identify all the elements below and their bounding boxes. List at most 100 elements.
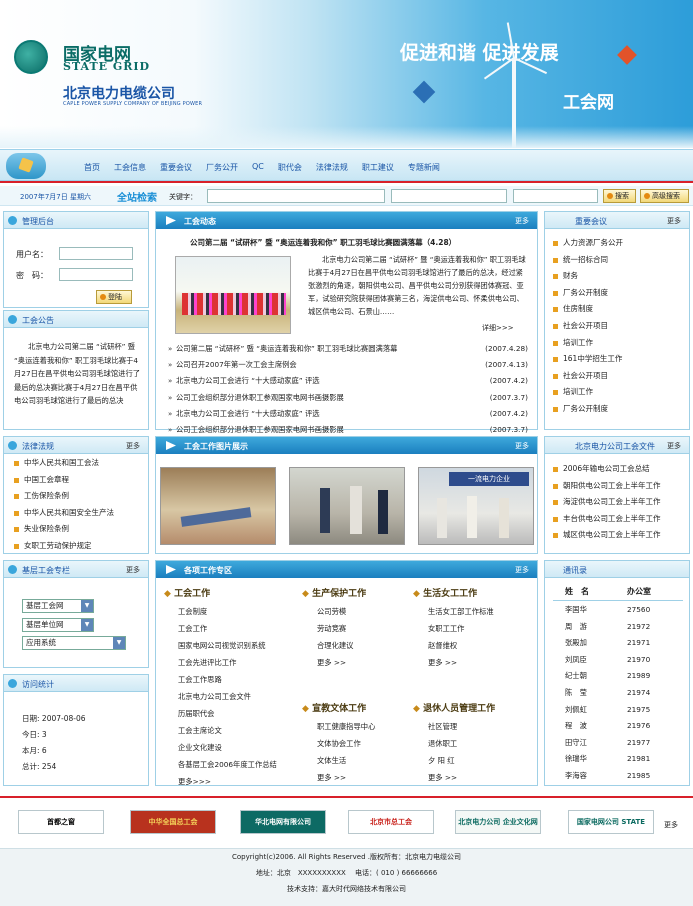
list-item[interactable]: 城区供电公司工会上半年工作	[553, 527, 661, 544]
list-item[interactable]: 工伤保险条例	[14, 488, 114, 505]
nav-item-union-info[interactable]: 工会信息	[114, 162, 146, 173]
search-field-2[interactable]	[391, 189, 507, 203]
list-item[interactable]: 工会工作	[178, 620, 277, 637]
keyword-input[interactable]	[207, 189, 385, 203]
more-link[interactable]: 更多 >>	[317, 769, 375, 786]
list-item[interactable]: 培训工作	[553, 384, 623, 401]
list-item[interactable]: 统一招标合同	[553, 252, 623, 269]
list-item[interactable]: 文体协会工作	[317, 735, 375, 752]
link-beijing-union[interactable]: 北京市总工会	[348, 810, 434, 834]
gallery-photo-3[interactable]: 一流电力企业	[418, 467, 534, 545]
work-more-link[interactable]: 更多	[515, 565, 529, 575]
list-item[interactable]: 女职工劳动保护规定	[14, 538, 114, 555]
stats-label: 今日:	[22, 730, 40, 739]
list-item[interactable]: 丰台供电公司工会上半年工作	[553, 511, 661, 528]
list-item[interactable]: 朝阳供电公司工会上半年工作	[553, 478, 661, 495]
nav-item-suggestions[interactable]: 职工建议	[362, 162, 394, 173]
list-item[interactable]: 161中学招生工作	[553, 351, 623, 368]
files-more-link[interactable]: 更多	[667, 441, 681, 451]
list-item[interactable]: 工会先进评比工作	[178, 654, 277, 671]
grassroots-more-link[interactable]: 更多	[126, 565, 140, 575]
list-item[interactable]: 历届职代会	[178, 705, 277, 722]
list-item[interactable]: 社会公开项目	[553, 318, 623, 335]
list-item[interactable]: 中华人民共和国安全生产法	[14, 505, 114, 522]
more-link[interactable]: 更多 >>	[428, 769, 457, 786]
list-item[interactable]: 厂务公开制度	[553, 401, 623, 418]
list-item[interactable]: 人力资源厂务公开	[553, 235, 623, 252]
gallery-photo-2[interactable]	[289, 467, 405, 545]
grassroots-select[interactable]: 基层工会网 ▼	[22, 599, 94, 613]
list-item[interactable]: 北京电力公司工会文件	[178, 688, 277, 705]
photos-more-link[interactable]: 更多	[515, 441, 529, 451]
list-item[interactable]: 退休职工	[428, 735, 457, 752]
news-item[interactable]: 北京电力公司工会进行 “十大感动家庭” 评选 (2007.4.2)	[168, 373, 528, 389]
username-input[interactable]	[59, 247, 133, 260]
unit-select[interactable]: 基层单位网 ▼	[22, 618, 94, 632]
search-bar: 2007年7月7日 星期六 全站检索 关键字： 搜索 高级搜索	[0, 186, 693, 206]
link-state-grid[interactable]: 国家电网公司 STATE GRID	[568, 810, 654, 834]
list-item[interactable]: 文体生活	[317, 752, 375, 769]
news-item[interactable]: 公司召开2007年第一次工会主席例会 (2007.4.13)	[168, 357, 528, 373]
list-item[interactable]: 2006年输电公司工会总结	[553, 461, 661, 478]
list-item[interactable]: 财务	[553, 268, 623, 285]
contact-name: 徐瑞华	[565, 754, 587, 764]
link-north-china-grid[interactable]: 华北电网有限公司	[240, 810, 326, 834]
list-item[interactable]: 中国工会章程	[14, 472, 114, 489]
nav-item-affairs[interactable]: 厂务公开	[206, 162, 238, 173]
search-button[interactable]: 搜索	[603, 189, 636, 203]
links-more[interactable]: 更多	[664, 820, 678, 830]
list-item[interactable]: 厂务公开制度	[553, 285, 623, 302]
photos-panel: 工会工作图片展示 更多 一流电力企业	[155, 436, 538, 554]
nav-item-congress[interactable]: 职代会	[278, 162, 302, 173]
list-item[interactable]: 职工健康指导中心	[317, 718, 375, 735]
list-item[interactable]: 工会制度	[178, 603, 277, 620]
more-link[interactable]: 更多>>>	[178, 773, 277, 790]
more-link[interactable]: 更多 >>	[317, 654, 353, 671]
login-button[interactable]: 登陆	[96, 290, 132, 304]
list-item[interactable]: 赵督维权	[428, 637, 494, 654]
list-item[interactable]: 女职工工作	[428, 620, 494, 637]
meetings-more-link[interactable]: 更多	[667, 216, 681, 226]
list-item[interactable]: 企业文化建设	[178, 739, 277, 756]
headline-link[interactable]: 公司第二届 “试研杯” 暨 “奥运连着我和你” 职工羽毛球比赛圆满落幕（4.28…	[190, 237, 456, 248]
list-item[interactable]: 住房制度	[553, 301, 623, 318]
list-item[interactable]: 社区管理	[428, 718, 457, 735]
list-item[interactable]: 劳动竞赛	[317, 620, 353, 637]
list-item[interactable]: 工会主席论文	[178, 722, 277, 739]
advanced-search-button[interactable]: 高级搜索	[640, 189, 689, 203]
more-link[interactable]: 更多 >>	[428, 654, 494, 671]
link-acftu[interactable]: 中华全国总工会	[130, 810, 216, 834]
dynamics-more-link[interactable]: 更多	[515, 216, 529, 226]
list-item[interactable]: 工会工作思路	[178, 671, 277, 688]
news-item[interactable]: 公司工会组织部分退休职工参观国家电网书画摄影展 (2007.3.7)	[168, 390, 528, 406]
news-item[interactable]: 北京电力公司工会进行 “十大感动家庭” 评选 (2007.4.2)	[168, 406, 528, 422]
list-item[interactable]: 生活女工部工作标准	[428, 603, 494, 620]
list-item[interactable]: 国家电网公司视觉识别系统	[178, 637, 277, 654]
link-beijing-gov[interactable]: 首都之窗 www.beijing.gov.cn	[18, 810, 104, 834]
password-input[interactable]	[59, 268, 133, 281]
list-item[interactable]: 培训工作	[553, 335, 623, 352]
list-item[interactable]: 海淀供电公司工会上半年工作	[553, 494, 661, 511]
nav-item-laws[interactable]: 法律法规	[316, 162, 348, 173]
list-item[interactable]: 中华人民共和国工会法	[14, 455, 114, 472]
search-field-3[interactable]	[513, 189, 598, 203]
system-select[interactable]: 应用系统 ▼	[22, 636, 126, 650]
link-beijing-power-culture[interactable]: 北京电力公司 企业文化网	[455, 810, 541, 834]
badminton-photo[interactable]	[175, 256, 291, 334]
list-item[interactable]: 社会公开项目	[553, 368, 623, 385]
gallery-photo-1[interactable]	[160, 467, 276, 545]
nav-item-meetings[interactable]: 重要会议	[160, 162, 192, 173]
notice-panel: 工会公告 北京电力公司第二届 “试研杯” 暨 “奥运连着我和你” 职工羽毛球比赛…	[3, 310, 149, 430]
nav-item-qc[interactable]: QC	[252, 162, 264, 173]
list-item[interactable]: 公司劳模	[317, 603, 353, 620]
law-more-link[interactable]: 更多	[126, 441, 140, 451]
detail-link[interactable]: 详细>>>	[482, 323, 514, 333]
news-item[interactable]: 公司第二届 “试研杯” 暨 “奥运连着我和你” 职工羽毛球比赛圆满落幕 (2007…	[168, 341, 528, 357]
news-title: 北京电力公司工会进行 “十大感动家庭” 评选	[176, 408, 320, 418]
list-item[interactable]: 失业保险条例	[14, 521, 114, 538]
list-item[interactable]: 各基层工会2006年度工作总结	[178, 756, 277, 773]
nav-item-home[interactable]: 首页	[84, 162, 100, 173]
list-item[interactable]: 夕 阳 红	[428, 752, 457, 769]
nav-item-topics[interactable]: 专题新闻	[408, 162, 440, 173]
list-item[interactable]: 合理化建议	[317, 637, 353, 654]
